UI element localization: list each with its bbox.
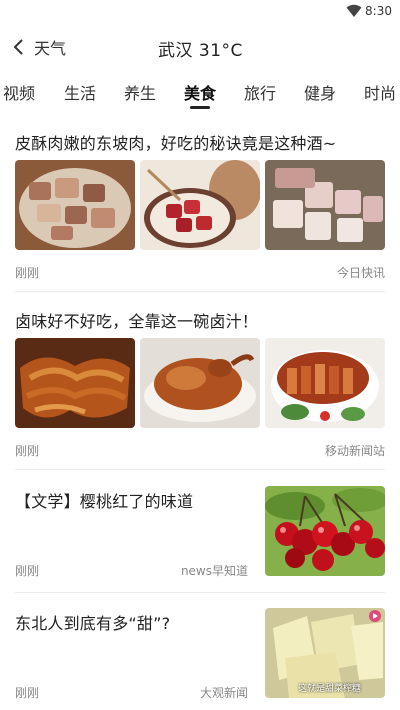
tab-fashion[interactable]: 时尚 (364, 80, 396, 104)
article-image[interactable] (15, 160, 135, 250)
article-image[interactable] (265, 486, 385, 576)
article-item[interactable]: 东北人到底有多“甜”? 这就是甜菜榨糖 刚刚 大观新闻 (0, 606, 400, 702)
article-image[interactable] (140, 160, 260, 250)
divider (15, 291, 385, 292)
article-source: 大观新闻 (199, 686, 248, 700)
article-image[interactable] (15, 338, 135, 428)
article-item[interactable]: 皮酥肉嫩的东坡肉，好吃的秘诀竟是这种酒~ 刚刚 今日快讯 (0, 128, 400, 290)
back-button[interactable]: 天气 (12, 33, 66, 61)
article-source: 今日快讯 (336, 266, 385, 280)
city-temperature: 武汉 31°C (158, 41, 243, 61)
article-item[interactable]: 【文学】樱桃红了的味道 刚刚 news早知道 (0, 484, 400, 580)
image-caption: 这就是甜菜榨糖 (298, 684, 362, 694)
article-item[interactable]: 卤味好不好吃，全靠这一碗卤汁！ 刚刚 移动新闻站 (0, 306, 400, 468)
chevron-left-icon (13, 39, 23, 55)
status-bar: 8:30 (0, 0, 400, 24)
active-tab-indicator (190, 106, 210, 109)
back-label: 天气 (34, 39, 67, 58)
article-image[interactable] (265, 160, 385, 250)
status-time: 8:30 (365, 4, 392, 18)
category-tabs: 视频 生活 养生 美食 旅行 健身 时尚 (0, 76, 400, 116)
tab-health[interactable]: 养生 (124, 80, 156, 104)
article-time: 刚刚 (15, 564, 40, 578)
header: 天气 武汉 31°C (0, 24, 400, 70)
article-time: 刚刚 (15, 266, 40, 280)
tab-food[interactable]: 美食 (184, 80, 216, 104)
article-title[interactable]: 卤味好不好吃，全靠这一碗卤汁！ (15, 308, 258, 332)
article-title[interactable]: 【文学】樱桃红了的味道 (15, 488, 245, 512)
article-time: 刚刚 (15, 686, 40, 700)
wifi-icon (346, 4, 362, 17)
tab-travel[interactable]: 旅行 (244, 80, 276, 104)
article-source: news早知道 (180, 564, 248, 578)
tab-fitness[interactable]: 健身 (304, 80, 336, 104)
divider (15, 469, 385, 470)
article-image[interactable]: 这就是甜菜榨糖 (265, 608, 385, 698)
tab-life[interactable]: 生活 (64, 80, 96, 104)
divider (15, 592, 385, 593)
article-title[interactable]: 皮酥肉嫩的东坡肉，好吃的秘诀竟是这种酒~ (15, 130, 336, 154)
article-title[interactable]: 东北人到底有多“甜”? (15, 610, 245, 634)
article-source: 移动新闻站 (324, 444, 385, 458)
article-image[interactable] (140, 338, 260, 428)
article-image[interactable] (265, 338, 385, 428)
tab-video[interactable]: 视频 (3, 80, 35, 104)
article-time: 刚刚 (15, 444, 40, 458)
